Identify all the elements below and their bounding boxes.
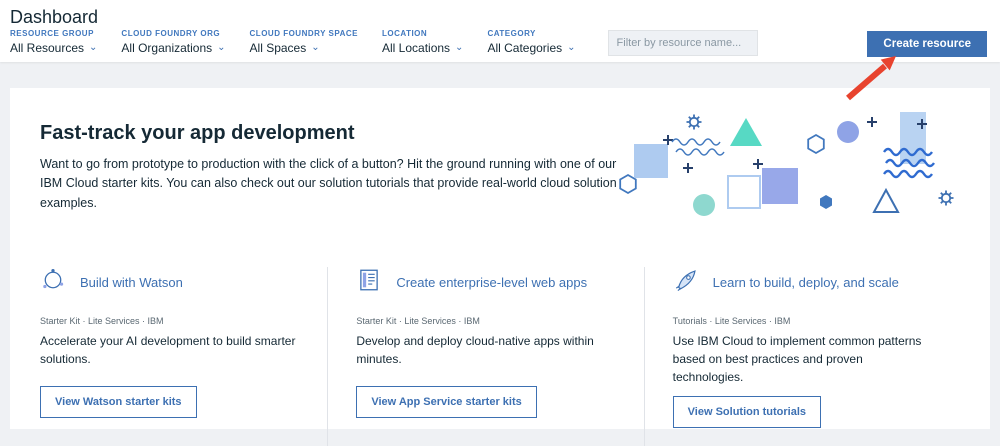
- watson-icon: [40, 267, 66, 298]
- filter-resource-group[interactable]: RESOURCE GROUP All Resources ⌄: [10, 29, 97, 55]
- filter-label: CATEGORY: [487, 29, 575, 38]
- card-meta: Tutorials · Lite Services · IBM: [673, 316, 932, 326]
- card-title: Create enterprise-level web apps: [396, 275, 587, 290]
- card-build-with-watson: Build with Watson Starter Kit · Lite Ser…: [40, 267, 327, 446]
- hero-description: Want to go from prototype to production …: [40, 155, 625, 213]
- chevron-down-icon: ⌄: [217, 44, 225, 52]
- chevron-down-icon: ⌄: [455, 44, 463, 52]
- card-title: Learn to build, deploy, and scale: [713, 275, 899, 290]
- card-meta: Starter Kit · Lite Services · IBM: [40, 316, 299, 326]
- rocket-icon: [673, 267, 699, 298]
- card-description: Develop and deploy cloud-native apps wit…: [356, 332, 615, 376]
- filter-value: All Locations: [382, 41, 450, 55]
- filter-category[interactable]: CATEGORY All Categories ⌄: [487, 29, 575, 55]
- filter-label: CLOUD FOUNDRY ORG: [121, 29, 225, 38]
- filter-location[interactable]: LOCATION All Locations ⌄: [382, 29, 463, 55]
- chevron-down-icon: ⌄: [567, 44, 575, 52]
- starter-columns: Build with Watson Starter Kit · Lite Ser…: [40, 267, 960, 446]
- filter-value: All Organizations: [121, 41, 212, 55]
- card-title: Build with Watson: [80, 275, 183, 290]
- filter-label: RESOURCE GROUP: [10, 29, 97, 38]
- filter-cloud-foundry-org[interactable]: CLOUD FOUNDRY ORG All Organizations ⌄: [121, 29, 225, 55]
- card-description: Accelerate your AI development to build …: [40, 332, 299, 376]
- card-learn-build-deploy-scale: Learn to build, deploy, and scale Tutori…: [644, 267, 960, 446]
- view-app-service-starter-kits-button[interactable]: View App Service starter kits: [356, 386, 536, 418]
- chevron-down-icon: ⌄: [89, 44, 97, 52]
- filter-value: All Spaces: [250, 41, 307, 55]
- page-title: Dashboard: [10, 7, 98, 28]
- chevron-down-icon: ⌄: [311, 44, 319, 52]
- card-enterprise-web-apps: Create enterprise-level web apps Starter…: [327, 267, 643, 446]
- web-app-document-icon: [356, 267, 382, 298]
- decorative-shapes-illustration: [616, 106, 976, 231]
- filter-value: All Resources: [10, 41, 84, 55]
- card-description: Use IBM Cloud to implement common patter…: [673, 332, 932, 386]
- view-solution-tutorials-button[interactable]: View Solution tutorials: [673, 396, 821, 428]
- hero-card: Fast-track your app development Want to …: [10, 88, 990, 429]
- card-meta: Starter Kit · Lite Services · IBM: [356, 316, 615, 326]
- annotation-arrow-icon: [836, 50, 906, 106]
- view-watson-starter-kits-button[interactable]: View Watson starter kits: [40, 386, 197, 418]
- filter-label: LOCATION: [382, 29, 463, 38]
- filter-bar: RESOURCE GROUP All Resources ⌄ CLOUD FOU…: [10, 29, 758, 56]
- filter-label: CLOUD FOUNDRY SPACE: [250, 29, 358, 38]
- resource-name-filter-input[interactable]: [608, 30, 758, 56]
- filter-value: All Categories: [487, 41, 562, 55]
- filter-cloud-foundry-space[interactable]: CLOUD FOUNDRY SPACE All Spaces ⌄: [250, 29, 358, 55]
